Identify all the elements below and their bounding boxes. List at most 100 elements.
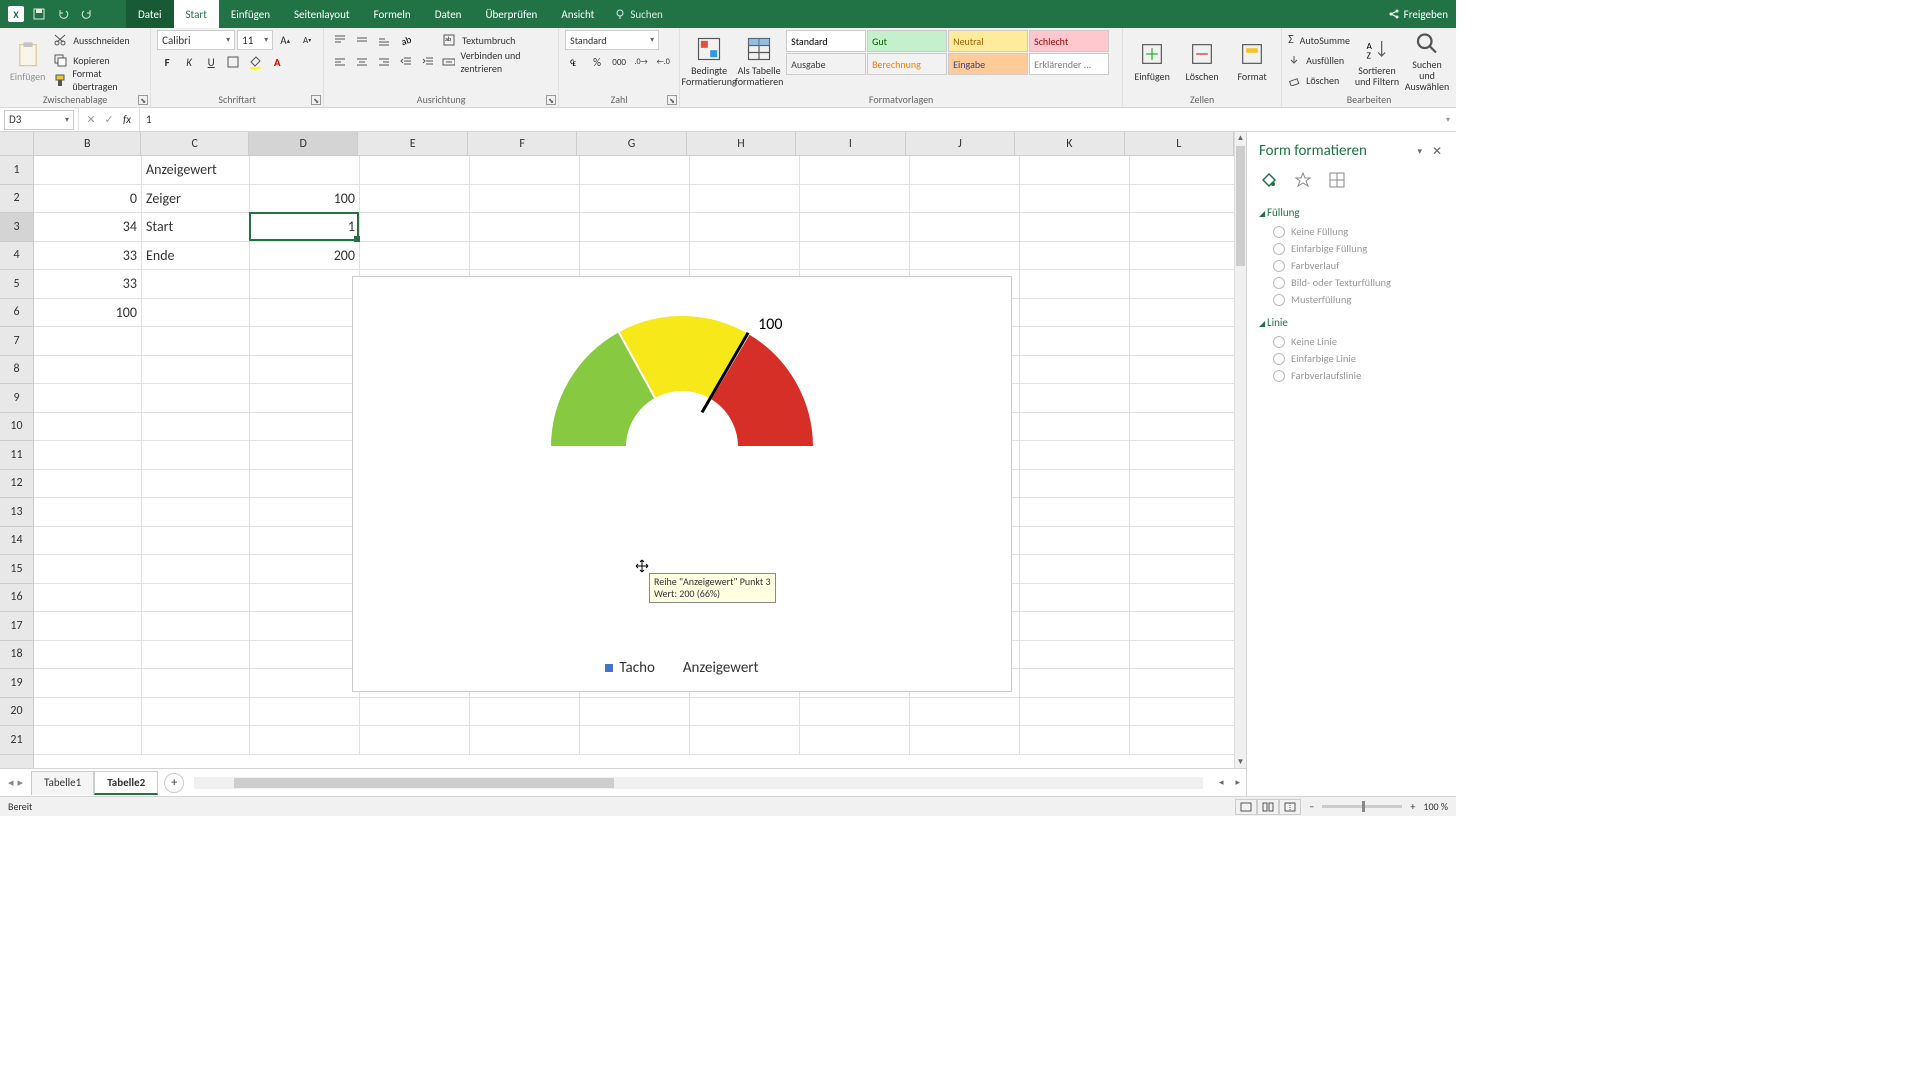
task-pane-options-button[interactable]: ▾ — [1417, 146, 1422, 157]
fill-option[interactable]: Einfarbige Füllung — [1259, 240, 1444, 257]
row-header-16[interactable]: 16 — [0, 584, 33, 613]
ribbon-tab-überprüfen[interactable]: Überprüfen — [473, 0, 549, 28]
fill-color-button[interactable] — [245, 52, 265, 72]
row-header-19[interactable]: 19 — [0, 669, 33, 698]
row-header-12[interactable]: 12 — [0, 470, 33, 499]
row-header-14[interactable]: 14 — [0, 527, 33, 556]
alignment-launcher[interactable]: ⬊ — [546, 95, 556, 105]
col-header-J[interactable]: J — [906, 132, 1015, 155]
row-header-1[interactable]: 1 — [0, 156, 33, 185]
align-center-button[interactable] — [352, 52, 372, 72]
clipboard-launcher[interactable]: ⬊ — [138, 95, 148, 105]
ribbon-tab-einfügen[interactable]: Einfügen — [219, 0, 282, 28]
font-launcher[interactable]: ⬊ — [311, 95, 321, 105]
qat-save-icon[interactable] — [30, 5, 48, 23]
add-sheet-button[interactable]: + — [164, 773, 184, 793]
find-select-button[interactable]: Suchen und Auswählen — [1404, 30, 1450, 92]
row-header-8[interactable]: 8 — [0, 356, 33, 385]
row-header-21[interactable]: 21 — [0, 726, 33, 755]
font-color-button[interactable]: A — [267, 52, 287, 72]
italic-button[interactable]: K — [179, 52, 199, 72]
thousands-button[interactable]: 000 — [609, 52, 629, 72]
style-neutral[interactable]: Neutral — [948, 30, 1028, 52]
row-header-3[interactable]: 3 — [0, 213, 33, 242]
row-header-17[interactable]: 17 — [0, 612, 33, 641]
row-header-11[interactable]: 11 — [0, 441, 33, 470]
col-header-G[interactable]: G — [577, 132, 686, 155]
hscroll-thumb[interactable] — [234, 778, 614, 788]
cell[interactable]: 0 — [34, 185, 142, 214]
style-erklrender[interactable]: Erklärender ... — [1029, 53, 1109, 75]
row-header-7[interactable]: 7 — [0, 327, 33, 356]
share-button[interactable]: Freigeben — [1388, 8, 1448, 21]
fill-button[interactable]: Ausfüllen — [1288, 50, 1350, 70]
col-header-H[interactable]: H — [687, 132, 796, 155]
ribbon-tab-seitenlayout[interactable]: Seitenlayout — [282, 0, 362, 28]
formula-input[interactable]: 1 — [140, 113, 1440, 126]
view-break-button[interactable] — [1279, 799, 1301, 815]
zoom-in-button[interactable]: + — [1410, 800, 1415, 813]
decimal-dec-button[interactable]: ←.0 — [653, 52, 673, 72]
vertical-scrollbar[interactable]: ▲ ▼ — [1234, 132, 1246, 768]
line-option[interactable]: Einfarbige Linie — [1259, 350, 1444, 367]
insert-cells-button[interactable]: Einfügen — [1129, 30, 1175, 92]
enter-formula-button[interactable]: ✓ — [101, 113, 117, 126]
zoom-level[interactable]: 100 % — [1423, 800, 1448, 813]
col-header-L[interactable]: L — [1125, 132, 1234, 155]
row-header-13[interactable]: 13 — [0, 498, 33, 527]
zoom-out-button[interactable]: − — [1309, 800, 1314, 813]
ribbon-tab-start[interactable]: Start — [174, 0, 219, 28]
cell-styles-gallery[interactable]: StandardGutNeutralSchlechtAusgabeBerechn… — [786, 30, 1116, 75]
font-size-combo[interactable]: 11▾ — [237, 30, 273, 50]
view-layout-button[interactable] — [1257, 799, 1279, 815]
underline-button[interactable]: U — [201, 52, 221, 72]
orientation-button[interactable]: ab — [396, 30, 416, 50]
percent-button[interactable]: % — [587, 52, 607, 72]
accounting-button[interactable]: ₠ — [565, 52, 585, 72]
fill-section-title[interactable]: Füllung — [1259, 202, 1444, 223]
row-header-10[interactable]: 10 — [0, 413, 33, 442]
qat-redo-icon[interactable] — [78, 5, 96, 23]
sheet-tab-tabelle2[interactable]: Tabelle2 — [94, 771, 158, 795]
format-as-table-button[interactable]: Als Tabelle formatieren — [736, 30, 782, 92]
fx-button[interactable]: fx — [119, 113, 135, 126]
cell[interactable]: 34 — [34, 213, 142, 242]
sheet-tab-tabelle1[interactable]: Tabelle1 — [31, 771, 94, 795]
col-header-F[interactable]: F — [468, 132, 577, 155]
grow-font-button[interactable]: A▴ — [275, 30, 295, 50]
style-gut[interactable]: Gut — [867, 30, 947, 52]
style-eingabe[interactable]: Eingabe — [948, 53, 1028, 75]
fill-option[interactable]: Farbverlauf — [1259, 257, 1444, 274]
cell[interactable]: Anzeigewert — [142, 156, 250, 185]
paste-button[interactable]: Einfügen — [6, 30, 49, 92]
align-bottom-button[interactable] — [374, 30, 394, 50]
indent-inc-button[interactable] — [418, 52, 438, 72]
col-header-D[interactable]: D — [249, 132, 358, 155]
sheet-nav-last[interactable]: ▸ — [18, 776, 24, 789]
gauge-chart[interactable]: 100 Tacho Anzeigewert Reihe "Anzeigewert… — [352, 276, 1012, 692]
col-header-E[interactable]: E — [358, 132, 467, 155]
row-header-18[interactable]: 18 — [0, 641, 33, 670]
scroll-up-button[interactable]: ▲ — [1235, 132, 1246, 144]
style-berechnung[interactable]: Berechnung — [867, 53, 947, 75]
bold-button[interactable]: F — [157, 52, 177, 72]
sheet-nav-first[interactable]: ◂ — [8, 776, 14, 789]
cell[interactable]: 200 — [250, 242, 360, 271]
align-left-button[interactable] — [330, 52, 350, 72]
fill-option[interactable]: Bild- oder Texturfüllung — [1259, 274, 1444, 291]
scroll-thumb[interactable] — [1236, 146, 1245, 266]
name-box[interactable]: D3▾ — [4, 110, 74, 130]
cell[interactable]: Ende — [142, 242, 250, 271]
merge-button[interactable]: Verbinden und zentrieren — [442, 52, 552, 72]
indent-dec-button[interactable] — [396, 52, 416, 72]
ribbon-tab-ansicht[interactable]: Ansicht — [549, 0, 606, 28]
cell[interactable]: Start — [142, 213, 250, 242]
row-header-6[interactable]: 6 — [0, 299, 33, 328]
align-right-button[interactable] — [374, 52, 394, 72]
line-section-title[interactable]: Linie — [1259, 312, 1444, 333]
col-header-B[interactable]: B — [34, 132, 141, 155]
ribbon-tab-datei[interactable]: Datei — [126, 0, 174, 28]
delete-cells-button[interactable]: Löschen — [1179, 30, 1225, 92]
conditional-formatting-button[interactable]: Bedingte Formatierung — [686, 30, 732, 92]
qat-undo-icon[interactable] — [54, 5, 72, 23]
